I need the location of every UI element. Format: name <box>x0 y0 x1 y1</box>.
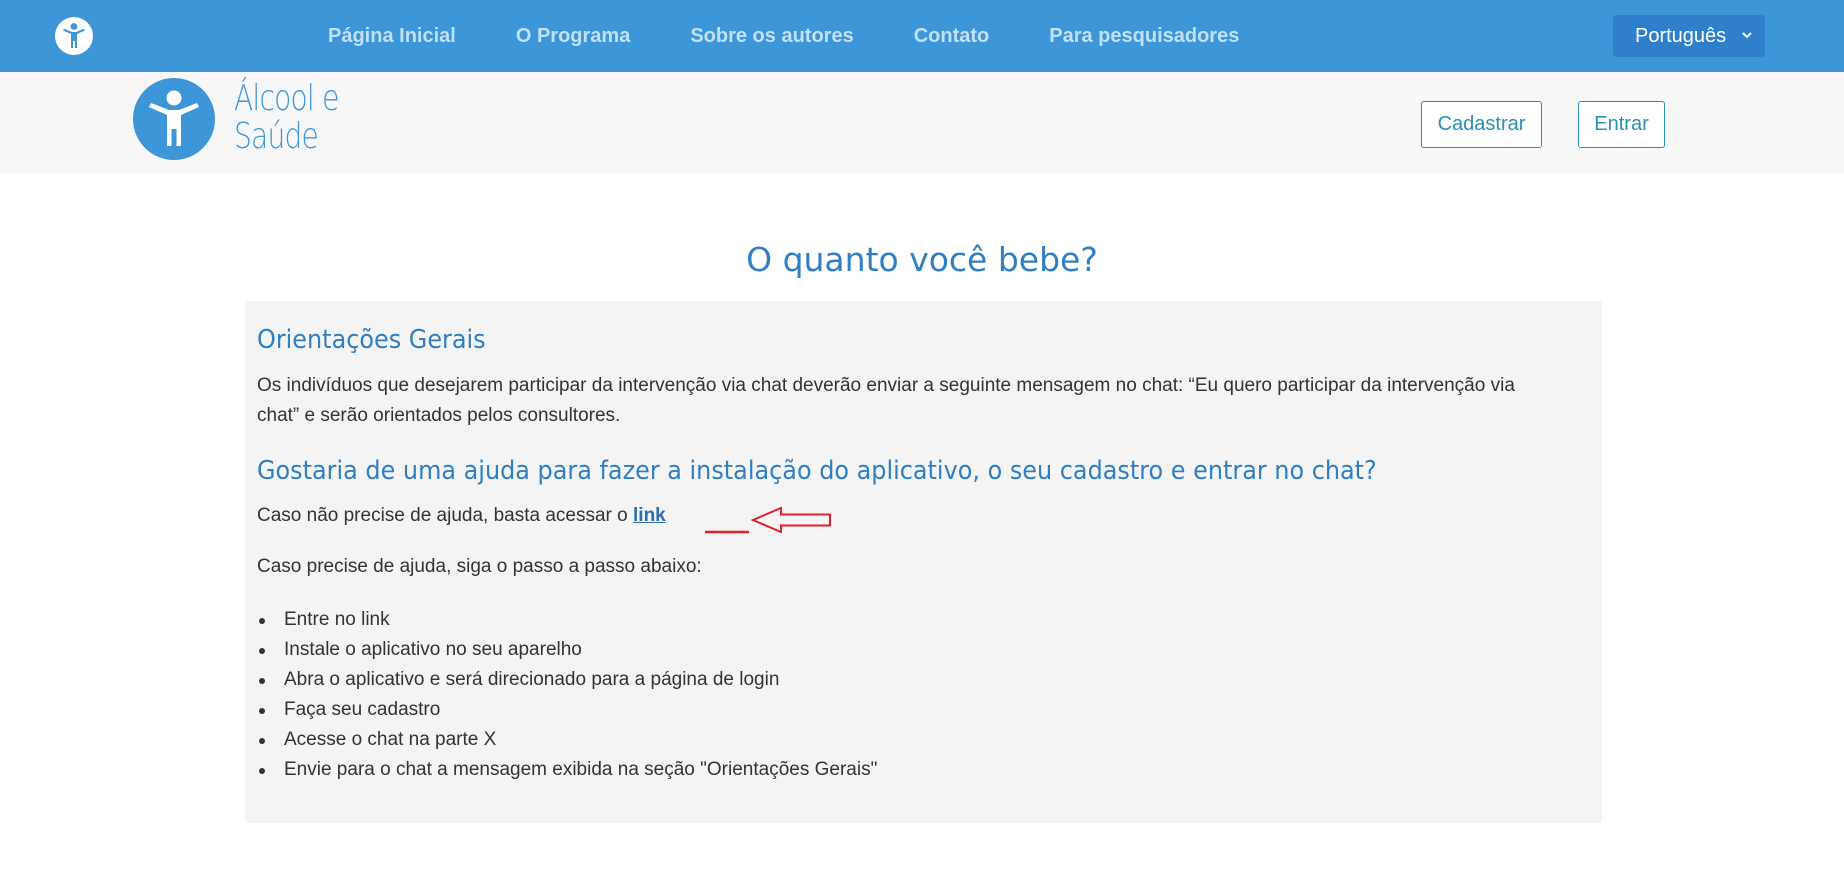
language-selected-value: Português <box>1635 24 1727 47</box>
bullet <box>259 618 265 624</box>
section-heading-help: Gostaria de uma ajuda para fazer a insta… <box>257 456 1377 486</box>
home-person-icon[interactable] <box>55 17 93 55</box>
bullet <box>259 708 265 714</box>
language-select[interactable]: Português <box>1613 15 1765 57</box>
annotation-arrow-icon <box>703 504 833 541</box>
list-item: Entre no link <box>257 605 877 635</box>
step-text: Envie para o chat a mensagem exibida na … <box>284 759 878 780</box>
page-title: O quanto você bebe? <box>746 240 1098 279</box>
logo-person-icon[interactable] <box>133 78 215 160</box>
register-button[interactable]: Cadastrar <box>1421 101 1542 148</box>
list-item: Abra o aplicativo e será direcionado par… <box>257 665 877 695</box>
step-text: Acesse o chat na parte X <box>284 729 497 750</box>
steps-intro-text: Caso precise de ajuda, siga o passo a pa… <box>257 556 702 577</box>
nav-item-contact[interactable]: Contato <box>914 25 990 48</box>
step-text: Entre no link <box>284 609 390 630</box>
nav-item-authors[interactable]: Sobre os autores <box>690 25 853 48</box>
step-text: Abra o aplicativo e será direcionado par… <box>284 669 780 690</box>
step-text: Instale o aplicativo no seu aparelho <box>284 639 582 660</box>
app-link[interactable]: link <box>633 505 666 526</box>
list-item: Envie para o chat a mensagem exibida na … <box>257 755 877 785</box>
step-text: Faça seu cadastro <box>284 699 441 720</box>
general-guidelines-text: Os indivíduos que desejarem participar d… <box>257 375 1515 426</box>
steps-list: Entre no link Instale o aplicativo no se… <box>257 605 877 785</box>
nav-item-program[interactable]: O Programa <box>516 25 630 48</box>
login-button[interactable]: Entrar <box>1578 101 1665 148</box>
chevron-down-icon <box>1739 26 1755 42</box>
site-header: Álcool e Saúde Cadastrar Entrar <box>0 72 1844 174</box>
section-heading-general: Orientações Gerais <box>257 325 486 355</box>
bullet <box>259 648 265 654</box>
link-line: Caso não precise de ajuda, basta acessar… <box>257 505 666 527</box>
logo-line-2: Saúde <box>234 116 319 157</box>
list-item: Instale o aplicativo no seu aparelho <box>257 635 877 665</box>
list-item: Faça seu cadastro <box>257 695 877 725</box>
logo-line-1: Álcool e <box>234 78 339 119</box>
nav-item-home[interactable]: Página Inicial <box>328 25 456 48</box>
list-item: Acesse o chat na parte X <box>257 725 877 755</box>
bullet <box>259 738 265 744</box>
top-navbar: Página Inicial O Programa Sobre os autor… <box>0 0 1844 72</box>
bullet <box>259 678 265 684</box>
logo-wordmark[interactable]: Álcool e Saúde <box>234 80 339 156</box>
nav-item-researchers[interactable]: Para pesquisadores <box>1049 25 1239 48</box>
content-panel: Orientações Gerais Os indivíduos que des… <box>245 301 1602 823</box>
link-prefix-text: Caso não precise de ajuda, basta acessar… <box>257 505 634 526</box>
bullet <box>259 768 265 774</box>
main-nav: Página Inicial O Programa Sobre os autor… <box>328 0 1299 72</box>
